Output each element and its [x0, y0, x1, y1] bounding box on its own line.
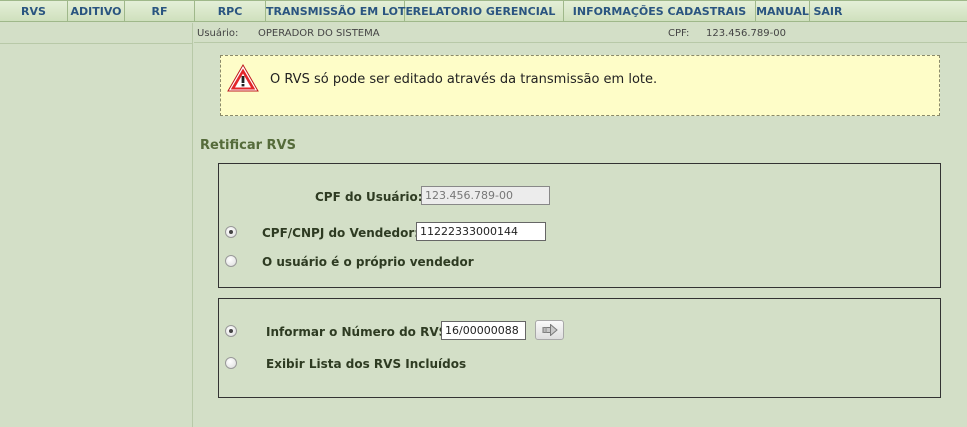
user-name: OPERADOR DO SISTEMA [258, 28, 380, 39]
alert-message: O RVS só pode ser editado através da tra… [270, 72, 658, 87]
numero-rvs-label: Informar o Número do RVS [266, 325, 448, 339]
vendedor-label: CPF/CNPJ do Vendedor: [262, 226, 420, 240]
cpf-label: CPF: [668, 28, 690, 39]
numero-rvs-radio[interactable] [225, 325, 237, 337]
nav-item-rpc[interactable]: RPC [195, 1, 266, 22]
user-info-bar: Usuário: OPERADOR DO SISTEMA CPF: 123.45… [194, 23, 967, 43]
cpf-value: 123.456.789-00 [706, 28, 786, 39]
nav-item-relatorio-gerencial[interactable]: RELATORIO GERENCIAL [405, 1, 564, 22]
nav-item-rf[interactable]: RF [125, 1, 195, 22]
user-label: Usuário: [197, 28, 239, 39]
nav-item-aditivo[interactable]: ADITIVO [68, 1, 125, 22]
warning-triangle-icon [227, 64, 259, 92]
lista-rvs-label: Exibir Lista dos RVS Incluídos [266, 357, 467, 371]
lista-rvs-radio[interactable] [225, 357, 237, 369]
rvs-fieldset: Informar o Número do RVS Exibir Lista do… [218, 298, 941, 398]
proprio-vendedor-label: O usuário é o próprio vendedor [262, 255, 474, 269]
nav-item-rvs[interactable]: RVS [0, 1, 68, 22]
cpf-usuario-field [421, 186, 550, 205]
vendedor-radio[interactable] [225, 226, 237, 238]
go-button[interactable] [535, 320, 564, 340]
arrow-right-icon [542, 324, 558, 336]
vendor-fieldset: CPF do Usuário: CPF/CNPJ do Vendedor: O … [218, 163, 941, 288]
sidebar [0, 23, 193, 427]
numero-rvs-field[interactable] [441, 321, 526, 340]
top-navigation: RVS ADITIVO RF RPC TRANSMISSÃO EM LOTE R… [0, 0, 967, 22]
nav-item-sair[interactable]: SAIR [810, 1, 846, 22]
proprio-vendedor-radio[interactable] [225, 255, 237, 267]
vendedor-field[interactable] [416, 222, 546, 241]
nav-item-transmissao-em-lote[interactable]: TRANSMISSÃO EM LOTE [266, 1, 413, 22]
nav-item-informacoes-cadastrais[interactable]: INFORMAÇÕES CADASTRAIS [564, 1, 756, 22]
sidebar-divider [0, 43, 193, 44]
page-title: Retificar RVS [200, 138, 296, 153]
nav-item-manual[interactable]: MANUAL [756, 1, 810, 22]
cpf-usuario-label: CPF do Usuário: [315, 190, 423, 204]
warning-alert: O RVS só pode ser editado através da tra… [220, 55, 940, 116]
